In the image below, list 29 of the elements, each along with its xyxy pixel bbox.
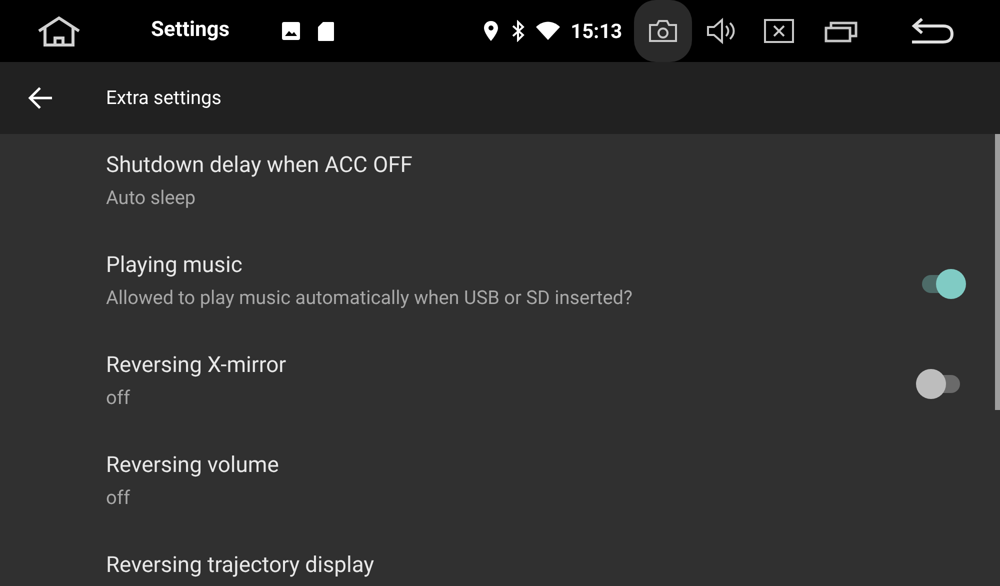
item-title: Playing music	[106, 252, 244, 280]
settings-item[interactable]: Shutdown delay when ACC OFF Auto sleep	[0, 134, 995, 234]
settings-item[interactable]: Reversing volume off	[0, 434, 995, 534]
clock: 15:13	[570, 18, 622, 45]
screenshot-button[interactable]	[634, 0, 692, 62]
item-summary: Auto sleep	[106, 186, 197, 210]
wifi-icon	[534, 21, 561, 41]
settings-item[interactable]: Reversing trajectory display	[0, 534, 995, 586]
settings-item[interactable]: Reversing X-mirror off	[0, 334, 995, 434]
app-title: Settings	[151, 17, 230, 44]
bluetooth-icon	[510, 20, 525, 42]
close-icon[interactable]	[764, 19, 794, 43]
item-title: Reversing volume	[106, 452, 280, 480]
item-summary: off	[106, 386, 132, 410]
back-icon[interactable]	[910, 17, 954, 45]
item-title: Reversing trajectory display	[106, 552, 376, 580]
home-icon[interactable]	[37, 15, 81, 47]
item-title: Reversing X-mirror	[106, 352, 288, 380]
item-summary: Allowed to play music automatically when USB or SD inserted?	[106, 286, 634, 310]
back-arrow-icon[interactable]	[28, 86, 54, 110]
item-summary: off	[106, 486, 132, 510]
image-icon	[280, 21, 301, 41]
item-title: Shutdown delay when ACC OFF	[106, 152, 414, 180]
recent-apps-icon[interactable]	[824, 19, 858, 43]
page-title: Extra settings	[106, 84, 222, 111]
settings-item[interactable]: Playing music Allowed to play music automatically when USB or SD inserted?	[0, 234, 995, 334]
sd-card-icon	[316, 20, 335, 42]
camera-icon	[648, 19, 678, 43]
location-icon	[482, 20, 499, 42]
